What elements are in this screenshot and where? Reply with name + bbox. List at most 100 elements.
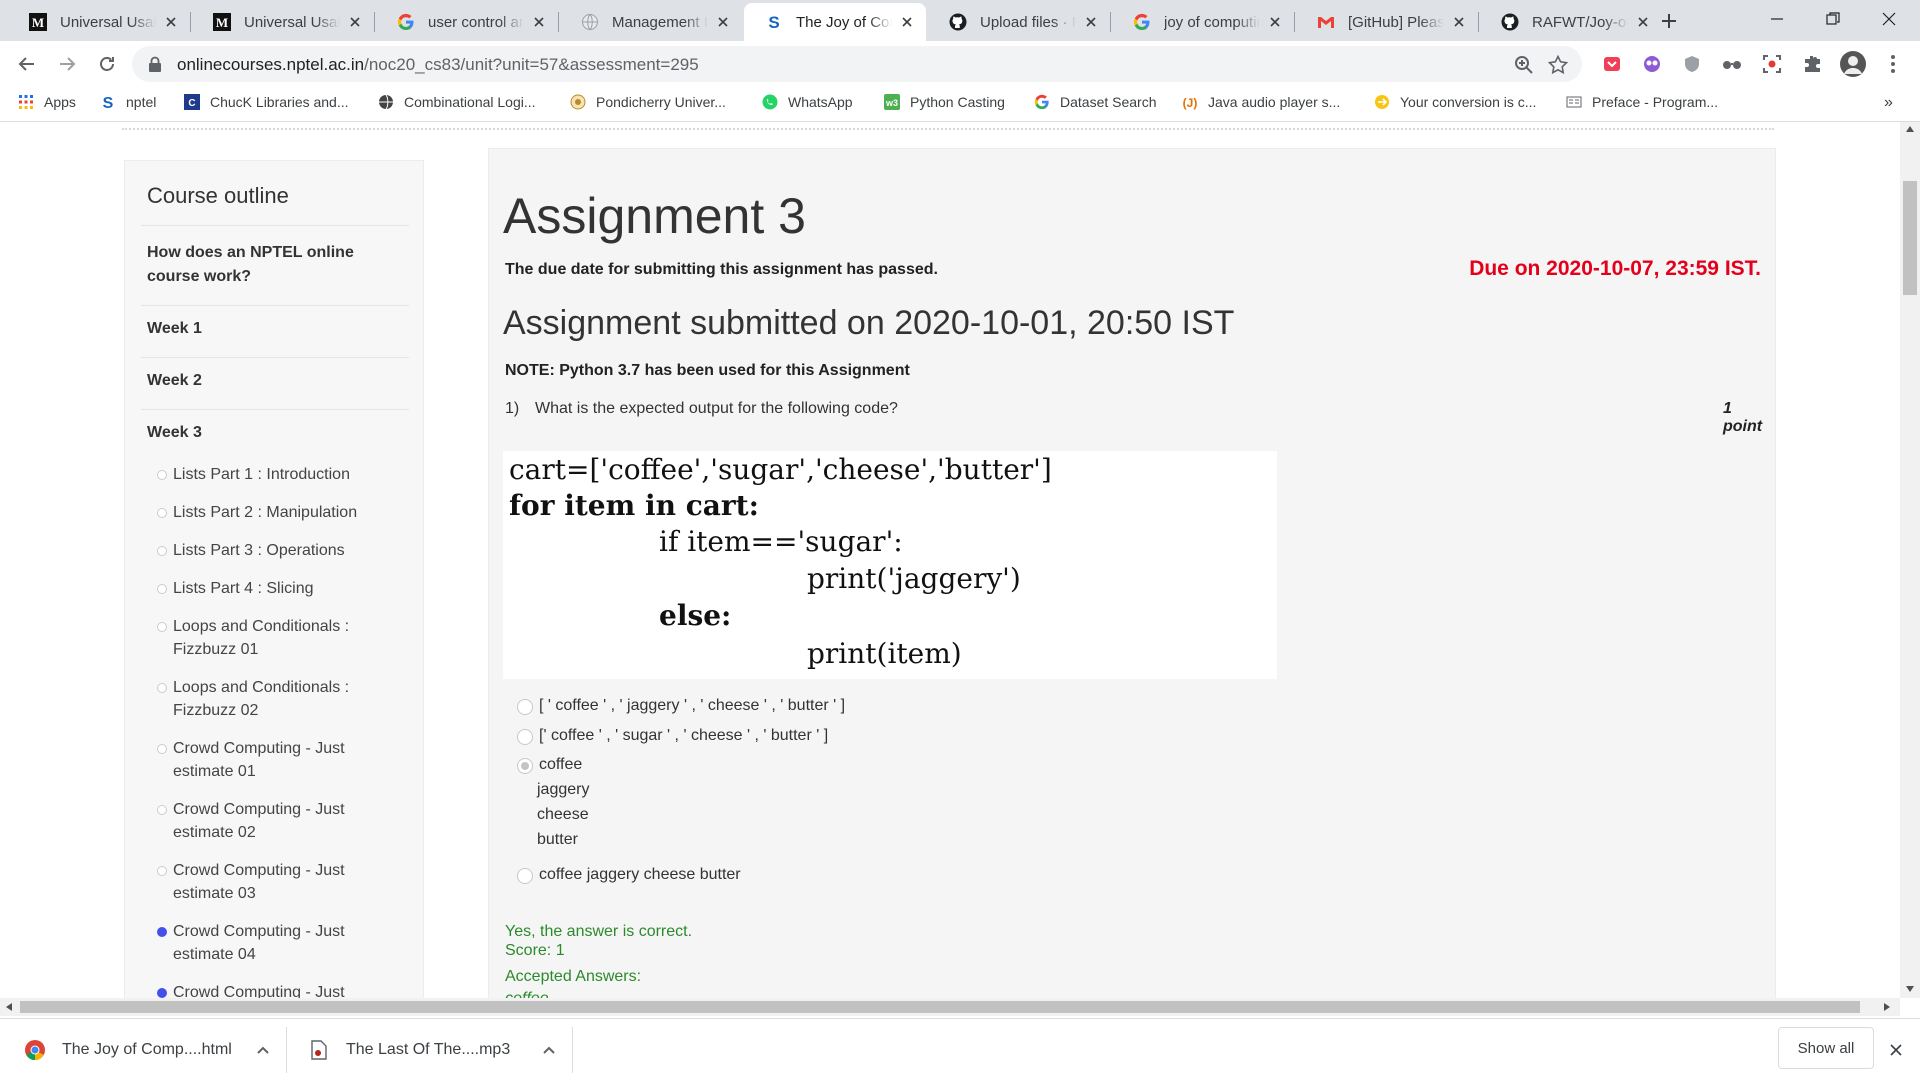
option-text-line: jaggery <box>537 781 590 798</box>
tab-title: Upload files · RAFWT <box>980 13 1076 31</box>
star-icon[interactable] <box>1548 55 1568 75</box>
status-dot-icon <box>157 470 167 480</box>
radio-button[interactable] <box>517 868 533 884</box>
browser-tab[interactable]: user control and freedom <box>376 3 558 41</box>
tab-title: Management Information <box>612 13 708 31</box>
bookmark-java-audio-player-s[interactable]: (J) Java audio player s... <box>1182 94 1341 110</box>
lock-icon[interactable] <box>148 56 162 73</box>
bookmark-dataset-search[interactable]: Dataset Search <box>1034 94 1157 110</box>
sidebar-item-how-nptel-works[interactable]: How does an NPTEL online course work? <box>147 241 397 289</box>
sidebar-item-week-1[interactable]: Week 1 <box>147 317 397 341</box>
sidebar-unit-item[interactable]: Crowd Computing - Just <box>153 981 403 998</box>
sidebar-unit-item[interactable]: Lists Part 1 : Introduction <box>153 463 403 486</box>
address-bar[interactable]: onlinecourses.nptel.ac.in/noc20_cs83/uni… <box>132 46 1582 82</box>
medium-icon: M <box>212 12 232 32</box>
back-button[interactable] <box>14 51 40 77</box>
bookmark-label: Java audio player s... <box>1208 94 1341 110</box>
bookmark-apps[interactable]: Apps <box>18 94 76 110</box>
bookmark-combinational-logi[interactable]: Combinational Logi... <box>378 94 536 110</box>
horizontal-scroll-thumb[interactable] <box>20 1001 1860 1013</box>
url-text[interactable]: onlinecourses.nptel.ac.in/noc20_cs83/uni… <box>177 55 699 75</box>
sidebar-unit-item[interactable]: Lists Part 2 : Manipulation <box>153 501 403 524</box>
browser-tab[interactable]: RAFWT/Joy-of-Computing <box>1480 3 1662 41</box>
bookmark-chuck-libraries-and[interactable]: C ChucK Libraries and... <box>184 94 349 110</box>
close-icon[interactable] <box>162 13 180 31</box>
zoom-icon[interactable] <box>1514 55 1534 75</box>
profile-avatar-icon[interactable] <box>1839 50 1867 78</box>
sidebar-unit-label: Crowd Computing - Just <box>173 984 345 998</box>
radio-button[interactable] <box>517 729 533 745</box>
extensions-puzzle-icon[interactable] <box>1801 53 1823 75</box>
close-icon[interactable] <box>1890 1044 1902 1056</box>
close-window-button[interactable] <box>1864 0 1914 38</box>
close-icon[interactable] <box>1450 13 1468 31</box>
sidebar-unit-label: Crowd Computing - Just estimate 02 <box>173 801 345 841</box>
sidebar-unit-item[interactable]: Loops and Conditionals : Fizzbuzz 01 <box>153 615 403 661</box>
sidebar-unit-item[interactable]: Loops and Conditionals : Fizzbuzz 02 <box>153 676 403 722</box>
scroll-left-icon[interactable] <box>6 1003 12 1011</box>
owl-extension-icon[interactable] <box>1641 53 1663 75</box>
reload-button[interactable] <box>94 51 120 77</box>
completed-dot-icon <box>157 988 167 998</box>
browser-tab[interactable]: joy of computing <box>1112 3 1294 41</box>
radio-button[interactable] <box>517 758 533 774</box>
tab-active[interactable]: S The Joy of Computing <box>744 3 926 41</box>
show-all-downloads-button[interactable]: Show all <box>1778 1027 1874 1069</box>
vertical-scroll-thumb[interactable] <box>1903 181 1917 295</box>
scroll-right-icon[interactable] <box>1884 1003 1890 1011</box>
bookmarks-overflow-button[interactable]: » <box>1884 94 1893 112</box>
bookmark-label: ChucK Libraries and... <box>210 94 349 110</box>
download-item[interactable]: The Joy of Comp....html <box>24 1019 270 1080</box>
chevron-up-icon[interactable] <box>256 1045 270 1055</box>
close-icon[interactable] <box>1634 13 1652 31</box>
bookmark-preface-program[interactable]: Preface - Program... <box>1566 94 1718 110</box>
sidebar-item-week-2[interactable]: Week 2 <box>147 369 397 393</box>
tab-title: Universal Usability <box>244 13 340 31</box>
minimize-button[interactable] <box>1752 0 1802 38</box>
sidebar-item-week-3[interactable]: Week 3 <box>147 421 397 445</box>
bookmark-python-casting[interactable]: w3 Python Casting <box>884 94 1005 110</box>
forward-button[interactable] <box>54 51 80 77</box>
sidebar-unit-item[interactable]: Crowd Computing - Just estimate 04 <box>153 920 403 966</box>
sidebar-unit-item[interactable]: Lists Part 3 : Operations <box>153 539 403 562</box>
browser-tab[interactable]: Management Information <box>560 3 742 41</box>
sidebar-unit-item[interactable]: Crowd Computing - Just estimate 01 <box>153 737 403 783</box>
bookmark-label: nptel <box>126 94 157 110</box>
bookmark-label: Preface - Program... <box>1592 94 1719 110</box>
bookmark-your-conversion-is-c[interactable]: Your conversion is c... <box>1374 94 1536 110</box>
sidebar-unit-item[interactable]: Crowd Computing - Just estimate 02 <box>153 798 403 844</box>
radio-button[interactable] <box>517 699 533 715</box>
download-item[interactable]: The Last Of The....mp3 <box>310 1019 556 1080</box>
close-icon[interactable] <box>1266 13 1284 31</box>
shield-extension-icon[interactable] <box>1681 53 1703 75</box>
scroll-down-icon[interactable] <box>1906 986 1914 992</box>
glasses-extension-icon[interactable] <box>1721 53 1743 75</box>
download-separator <box>572 1027 573 1073</box>
close-icon[interactable] <box>714 13 732 31</box>
horizontal-scrollbar[interactable] <box>0 998 1900 1016</box>
browser-menu-icon[interactable] <box>1882 53 1904 75</box>
vertical-scrollbar[interactable] <box>1900 122 1920 998</box>
close-icon[interactable] <box>898 13 916 31</box>
close-icon[interactable] <box>1082 13 1100 31</box>
code-line-2: for item in cart: <box>509 489 759 522</box>
sidebar-unit-item[interactable]: Lists Part 4 : Slicing <box>153 577 403 600</box>
browser-tab[interactable]: [GitHub] Please verify <box>1296 3 1478 41</box>
new-tab-button[interactable] <box>1656 8 1682 34</box>
browser-tab[interactable]: M Universal Usability <box>8 3 190 41</box>
sidebar-unit-label: Lists Part 2 : Manipulation <box>173 504 358 521</box>
scroll-up-icon[interactable] <box>1906 126 1914 132</box>
bookmark-whatsapp[interactable]: WhatsApp <box>762 94 853 110</box>
close-icon[interactable] <box>530 13 548 31</box>
bookmark-nptel[interactable]: Snptel <box>100 94 157 110</box>
url-host: onlinecourses.nptel.ac.in <box>177 55 365 74</box>
screenshot-extension-icon[interactable] <box>1761 53 1783 75</box>
sidebar-unit-item[interactable]: Crowd Computing - Just estimate 03 <box>153 859 403 905</box>
restore-button[interactable] <box>1808 0 1858 38</box>
pocket-extension-icon[interactable] <box>1601 53 1623 75</box>
browser-tab[interactable]: Upload files · RAFWT <box>928 3 1110 41</box>
browser-tab[interactable]: M Universal Usability <box>192 3 374 41</box>
bookmark-pondicherry-univer[interactable]: Pondicherry Univer... <box>570 94 726 110</box>
chevron-up-icon[interactable] <box>542 1045 556 1055</box>
close-icon[interactable] <box>346 13 364 31</box>
